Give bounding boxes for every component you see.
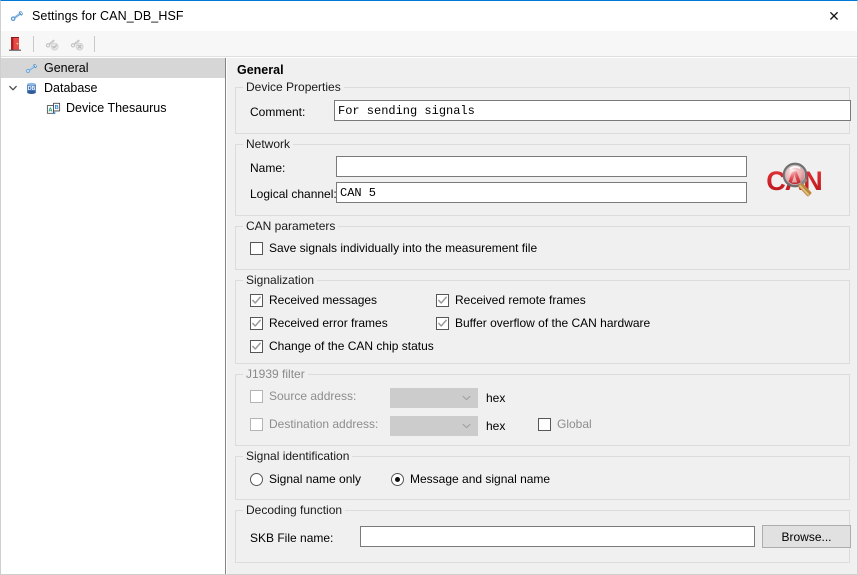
- svg-text:DB: DB: [27, 86, 35, 92]
- close-button[interactable]: ✕: [811, 2, 857, 31]
- thesaurus-icon: A B: [45, 100, 61, 116]
- wrench-icon: [9, 8, 25, 24]
- page-title: General: [237, 63, 284, 77]
- tree-item-label: Device Thesaurus: [66, 100, 167, 116]
- checkbox-box: [538, 418, 551, 431]
- received-messages-checkbox[interactable]: Received messages: [250, 294, 377, 307]
- database-icon: DB: [23, 80, 39, 96]
- checkbox-label: Change of the CAN chip status: [269, 340, 434, 353]
- checkbox-label: Received remote frames: [455, 294, 586, 307]
- received-error-frames-checkbox[interactable]: Received error frames: [250, 317, 388, 330]
- destination-address-checkbox[interactable]: Destination address:: [250, 418, 378, 431]
- logical-channel-label: Logical channel:: [250, 187, 337, 201]
- j1939-filter-legend: J1939 filter: [243, 367, 308, 381]
- tree-item-database[interactable]: DB Database: [1, 78, 225, 98]
- comment-label: Comment:: [250, 105, 305, 119]
- svg-text:B: B: [54, 105, 58, 111]
- signalization-legend: Signalization: [243, 273, 317, 287]
- chevron-down-icon[interactable]: [5, 80, 21, 96]
- decoding-function-group: Decoding function SKB File name: Browse.…: [235, 510, 850, 563]
- wrench-icon: [23, 60, 39, 76]
- navigation-tree: General DB Database: [1, 58, 226, 574]
- radio-label: Signal name only: [269, 472, 361, 486]
- tree-item-general[interactable]: General: [1, 58, 225, 78]
- checkbox-label: Destination address:: [269, 418, 378, 431]
- checkbox-label: Save signals individually into the measu…: [269, 242, 537, 255]
- received-remote-frames-checkbox[interactable]: Received remote frames: [436, 294, 586, 307]
- checkbox-box: [250, 294, 263, 307]
- window-title: Settings for CAN_DB_HSF: [32, 9, 184, 23]
- skb-file-name-label: SKB File name:: [250, 531, 333, 545]
- checkbox-box: [250, 390, 263, 403]
- checkbox-label: Received messages: [269, 294, 377, 307]
- toolbar-separator-1: [33, 36, 34, 52]
- network-name-label: Name:: [250, 161, 285, 175]
- logical-channel-input[interactable]: [336, 182, 747, 203]
- title-bar: Settings for CAN_DB_HSF ✕: [1, 1, 857, 31]
- checkbox-box: [250, 340, 263, 353]
- chevron-down-icon: [462, 395, 471, 401]
- checkbox-box: [250, 317, 263, 330]
- settings-dialog: Settings for CAN_DB_HSF ✕: [0, 0, 858, 575]
- radio-label: Message and signal name: [410, 472, 550, 486]
- checkbox-label: Source address:: [269, 390, 356, 403]
- svg-text:A: A: [48, 107, 52, 113]
- tree-item-label: General: [44, 60, 88, 76]
- decoding-function-legend: Decoding function: [243, 503, 345, 517]
- save-signals-individually-checkbox[interactable]: Save signals individually into the measu…: [250, 242, 537, 255]
- j1939-filter-group: J1939 filter Source address: hex Destina…: [235, 374, 850, 446]
- comment-input[interactable]: [334, 100, 851, 121]
- tree-item-label: Database: [44, 80, 98, 96]
- discard-changes-icon[interactable]: [64, 33, 88, 55]
- checkbox-label: Buffer overflow of the CAN hardware: [455, 317, 650, 330]
- apply-changes-icon[interactable]: [39, 33, 63, 55]
- source-address-checkbox[interactable]: Source address:: [250, 390, 356, 403]
- signal-identification-legend: Signal identification: [243, 449, 352, 463]
- source-address-combo[interactable]: [390, 388, 478, 408]
- signalization-group: Signalization Received messages Received…: [235, 280, 850, 364]
- signal-name-only-radio[interactable]: Signal name only: [250, 472, 361, 486]
- chevron-down-icon: [462, 423, 471, 429]
- network-legend: Network: [243, 137, 293, 151]
- device-properties-legend: Device Properties: [243, 80, 344, 94]
- checkbox-box: [436, 294, 449, 307]
- can-logo: CAN: [760, 158, 830, 204]
- toolbar: [1, 31, 857, 57]
- source-hex-label: hex: [486, 391, 505, 405]
- device-properties-group: Device Properties Comment:: [235, 87, 850, 134]
- settings-content-pane: General Device Properties Comment: Netwo…: [227, 58, 857, 574]
- network-name-input[interactable]: [336, 156, 747, 177]
- buffer-overflow-checkbox[interactable]: Buffer overflow of the CAN hardware: [436, 317, 650, 330]
- global-checkbox[interactable]: Global: [538, 418, 592, 431]
- exit-door-icon[interactable]: [3, 33, 27, 55]
- tree-item-device-thesaurus[interactable]: A B Device Thesaurus: [1, 98, 225, 118]
- message-and-signal-name-radio[interactable]: Message and signal name: [391, 472, 550, 486]
- destination-hex-label: hex: [486, 419, 505, 433]
- can-parameters-group: CAN parameters Save signals individually…: [235, 226, 850, 270]
- can-parameters-legend: CAN parameters: [243, 219, 338, 233]
- checkbox-box: [250, 418, 263, 431]
- radio-dot: [250, 473, 263, 486]
- toolbar-separator-2: [94, 36, 95, 52]
- browse-button[interactable]: Browse...: [762, 525, 851, 548]
- skb-file-name-input[interactable]: [360, 526, 755, 547]
- radio-dot: [391, 473, 404, 486]
- network-group: Network Name: Logical channel:: [235, 144, 850, 216]
- signal-identification-group: Signal identification Signal name only M…: [235, 456, 850, 500]
- checkbox-box: [250, 242, 263, 255]
- destination-address-combo[interactable]: [390, 416, 478, 436]
- change-of-can-chip-status-checkbox[interactable]: Change of the CAN chip status: [250, 340, 434, 353]
- checkbox-label: Received error frames: [269, 317, 388, 330]
- checkbox-label: Global: [557, 418, 592, 431]
- checkbox-box: [436, 317, 449, 330]
